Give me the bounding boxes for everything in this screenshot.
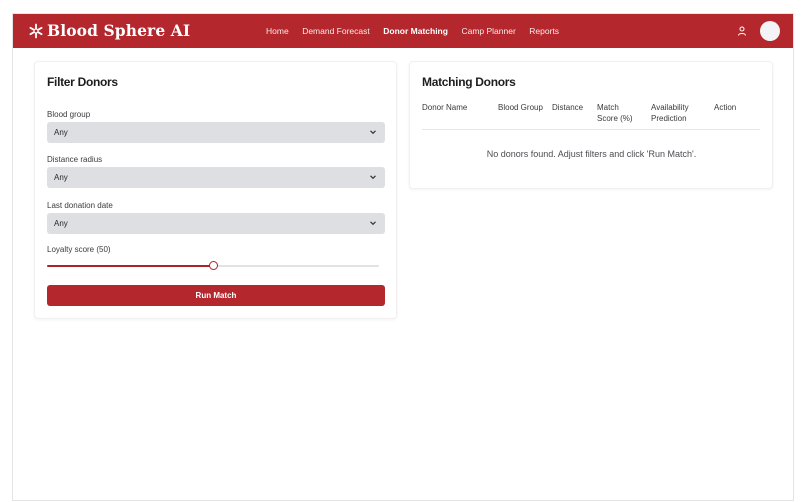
nav-camp-planner[interactable]: Camp Planner [461,26,515,36]
user-icon[interactable] [736,25,748,37]
app-window: Blood Sphere AI Home Demand Forecast Don… [12,13,794,501]
nav-demand-forecast[interactable]: Demand Forecast [302,26,370,36]
nav-donor-matching[interactable]: Donor Matching [383,26,448,36]
blood-group-label: Blood group [47,110,91,119]
last-donation-label: Last donation date [47,201,113,210]
asterisk-icon [29,23,43,38]
blood-group-value: Any [54,128,68,137]
column-header-distance: Distance [552,103,584,112]
column-header-blood-group: Blood Group [498,103,543,112]
empty-state-message: No donors found. Adjust filters and clic… [486,149,697,159]
blood-group-select[interactable]: Any [47,122,385,143]
chevron-down-icon [370,221,376,226]
matching-donors-panel: Matching Donors Donor Name Blood Group D… [409,61,773,189]
filter-panel-title: Filter Donors [47,75,118,89]
column-header-action: Action [714,103,737,112]
brand-logo[interactable]: Blood Sphere AI [28,21,190,40]
distance-radius-select[interactable]: Any [47,167,385,188]
loyalty-score-slider[interactable] [47,261,379,271]
filter-donors-panel: Filter Donors Blood group Any Distance r… [34,61,397,319]
brand-name: Blood Sphere AI [47,21,191,40]
distance-radius-value: Any [54,173,68,182]
chevron-down-icon [370,175,376,180]
last-donation-select[interactable]: Any [47,213,385,234]
run-match-button[interactable]: Run Match [47,285,385,306]
table-header-divider [422,129,760,130]
results-panel-title: Matching Donors [422,75,516,89]
chevron-down-icon [370,130,376,135]
column-header-donor-name: Donor Name [422,103,468,112]
avatar[interactable] [760,21,780,41]
distance-radius-label: Distance radius [47,155,103,164]
loyalty-score-label: Loyalty score (50) [47,245,111,254]
slider-fill [47,265,213,267]
slider-thumb[interactable] [209,261,218,270]
main-nav: Home Demand Forecast Donor Matching Camp… [266,26,573,36]
last-donation-value: Any [54,219,68,228]
nav-home[interactable]: Home [266,26,289,36]
column-header-match-score: Match Score (%) [597,103,633,123]
top-navbar: Blood Sphere AI Home Demand Forecast Don… [13,14,793,48]
column-header-availability: Availability Prediction [651,103,689,123]
nav-reports[interactable]: Reports [529,26,559,36]
